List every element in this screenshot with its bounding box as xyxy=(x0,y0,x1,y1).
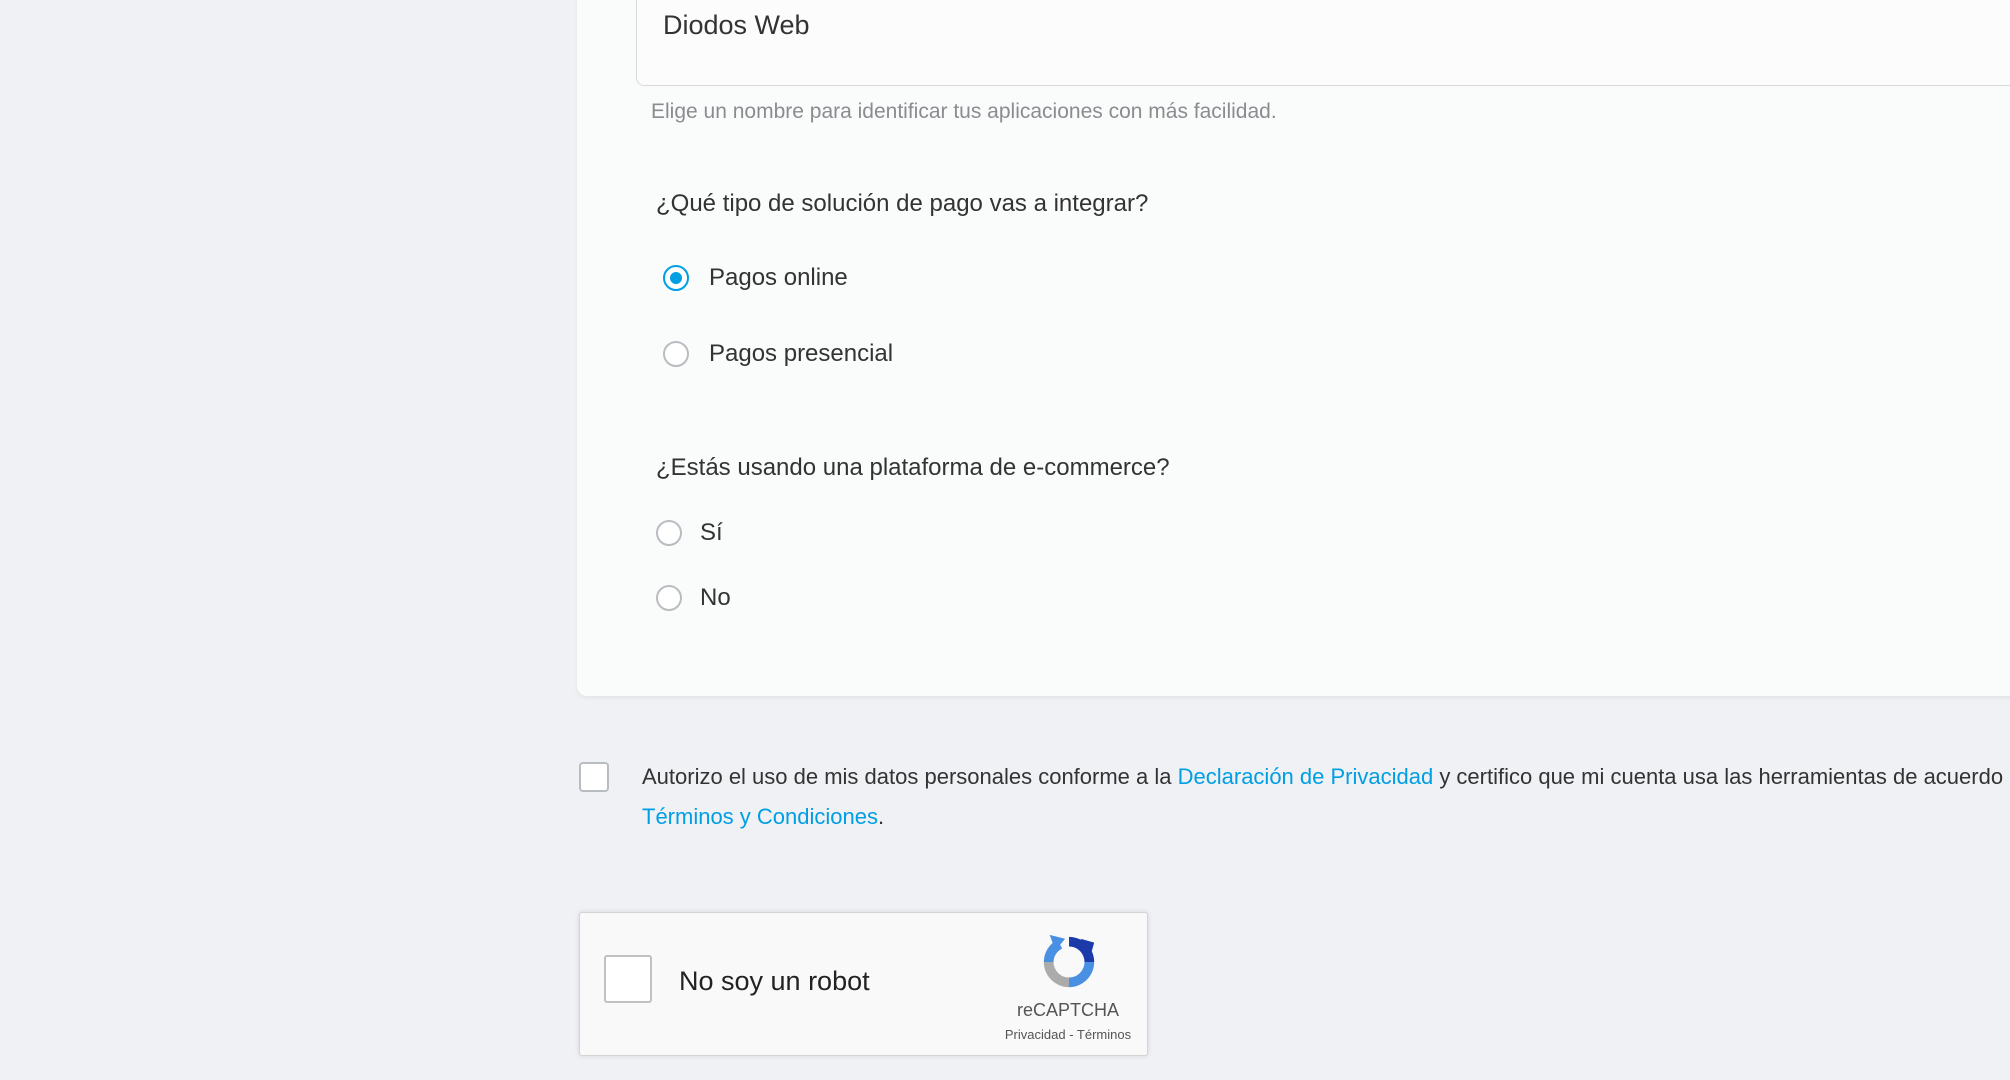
recaptcha-links: Privacidad - Términos xyxy=(970,1027,1166,1042)
consent-text-part-2: y certifico que mi cuenta usa las herram… xyxy=(1433,764,1918,789)
radio-pagos-presencial-label: Pagos presencial xyxy=(709,340,894,367)
radio-si-button[interactable] xyxy=(656,520,682,546)
radio-pagos-presencial[interactable]: Pagos presencial xyxy=(663,340,893,368)
radio-no-button[interactable] xyxy=(656,585,682,611)
radio-pagos-online[interactable]: Pagos online xyxy=(663,264,848,292)
recaptcha-widget: No soy un robot reCAPTCHA Privacidad - T… xyxy=(579,912,1148,1056)
radio-pagos-online-button[interactable] xyxy=(663,265,689,291)
app-name-input[interactable] xyxy=(663,3,1563,47)
recaptcha-checkbox[interactable] xyxy=(604,955,652,1003)
radio-pagos-presencial-button[interactable] xyxy=(663,341,689,367)
recaptcha-links-separator: - xyxy=(1065,1027,1077,1042)
recaptcha-brand: reCAPTCHA xyxy=(1016,1000,1119,1020)
payment-solution-question: ¿Qué tipo de solución de pago vas a inte… xyxy=(656,190,1149,217)
consent-text-part-4: . xyxy=(877,804,885,829)
recaptcha-privacy-link[interactable]: Privacidad xyxy=(1005,1027,1066,1042)
consent-text: Autorizo el uso de mis datos personales … xyxy=(642,757,2010,837)
privacy-declaration-link[interactable]: Declaración de Privacidad xyxy=(1178,764,1434,789)
terms-conditions-link[interactable]: Términos y Condiciones xyxy=(642,804,878,829)
app-name-helper: Elige un nombre para identificar tus apl… xyxy=(651,100,1277,123)
app-name-field[interactable] xyxy=(636,0,2010,86)
radio-si[interactable]: Sí xyxy=(656,519,723,547)
recaptcha-terms-link[interactable]: Términos xyxy=(1077,1027,1131,1042)
consent-text-part-1: Autorizo el uso de mis datos personales … xyxy=(642,764,1178,789)
radio-no[interactable]: No xyxy=(656,584,731,612)
radio-si-label: Sí xyxy=(700,519,723,546)
ecommerce-question: ¿Estás usando una plataforma de e-commer… xyxy=(656,454,1170,481)
recaptcha-label: No soy un robot xyxy=(679,966,870,996)
consent-text-part-3: acuerdo a los xyxy=(1923,764,2010,789)
consent-checkbox[interactable] xyxy=(579,762,609,792)
page: Elige un nombre para identificar tus apl… xyxy=(0,0,2010,1080)
recaptcha-logo-icon xyxy=(1043,934,1095,988)
radio-no-label: No xyxy=(700,584,731,611)
radio-pagos-online-label: Pagos online xyxy=(709,264,848,291)
